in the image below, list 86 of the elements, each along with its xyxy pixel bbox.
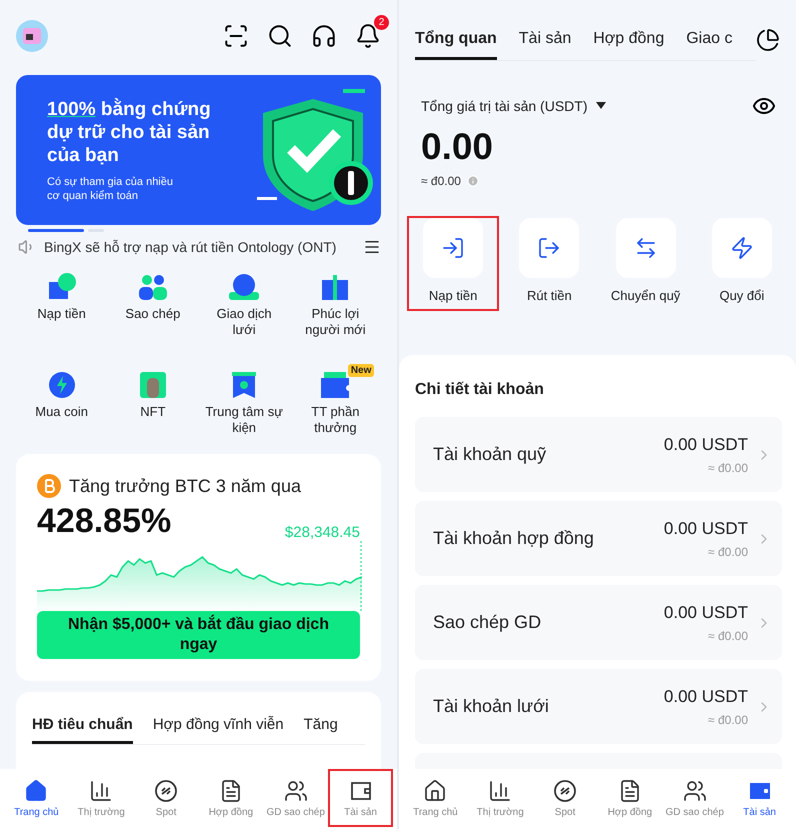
signup-button[interactable]: Nhận $5,000+ và bắt đầu giao dịch ngay	[37, 611, 360, 659]
shortcut-label[interactable]: NFT	[112, 404, 193, 420]
search-icon[interactable]	[267, 23, 293, 49]
contract-tab[interactable]: Tăng	[304, 716, 338, 744]
total-value-label[interactable]: Tổng giá trị tài sản (USDT)	[421, 98, 588, 114]
action-button[interactable]: Rút tiền	[503, 216, 596, 311]
shortcut-label[interactable]: Nạp tiền	[22, 306, 102, 322]
scan-icon[interactable]	[223, 23, 249, 49]
lightning-icon	[730, 236, 754, 260]
people-icon	[138, 272, 168, 302]
action-button[interactable]: Chuyển quỹ	[600, 216, 692, 311]
total-value: 0.00	[420, 125, 494, 168]
lightning-icon	[46, 370, 77, 400]
banner-title: 100% bằng chứng dự trữ cho tài sản của bạn	[47, 98, 212, 166]
nav-tab[interactable]: Trang chủ	[403, 769, 468, 827]
account-fiat-value: ≈ đ0.00	[708, 544, 748, 558]
account-balance: 0.00 USDT	[664, 686, 748, 706]
account-fiat-value: ≈ đ0.00	[708, 712, 748, 726]
account-row[interactable]: Tài khoản quỹ 0.00 USDT ≈ đ0.00	[415, 417, 782, 492]
headset-icon[interactable]	[311, 23, 337, 49]
promo-banner[interactable]: 100% bằng chứng dự trữ cho tài sản của bạn Có sự tham gia của nhiều cơ quan kiểm toán	[16, 75, 381, 225]
square-circle-icon	[46, 272, 77, 302]
new-badge: New	[348, 364, 374, 377]
pie-chart-icon[interactable]	[756, 28, 780, 52]
home-icon	[24, 778, 48, 802]
nav-tab[interactable]: Tài sản	[328, 769, 393, 827]
exchange-circle-icon	[154, 778, 178, 802]
people-icon	[682, 778, 707, 802]
btc-price: $28,348.45	[284, 524, 360, 541]
menu-icon[interactable]	[363, 238, 381, 256]
contract-tab[interactable]: Hợp đồng vĩnh viễn	[152, 716, 284, 744]
nav-tab[interactable]: Thị trường	[68, 769, 134, 827]
growth-percentage: 428.85%	[37, 502, 172, 541]
nav-tab[interactable]: GD sao chép	[263, 769, 328, 827]
action-button[interactable]: Quy đổi	[696, 216, 788, 311]
account-name: Tài khoản hợp đồng	[433, 528, 595, 549]
shortcut-label[interactable]: Trung tâm sự kiện	[204, 404, 284, 436]
announcement-text[interactable]: BingX sẽ hỗ trợ nạp và rút tiền Ontology (ONT)	[44, 239, 355, 255]
contract-tab[interactable]: HĐ tiêu chuẩn	[32, 716, 133, 744]
nav-tab[interactable]: Thị trường	[468, 769, 533, 827]
nav-tab[interactable]: Trang chủ	[4, 769, 69, 827]
bar-chart-icon	[488, 778, 512, 802]
account-name: Sao chép GD	[433, 612, 542, 633]
bar-chart-icon	[89, 778, 114, 802]
shortcut-label[interactable]: Sao chép	[112, 306, 193, 322]
notification-count: 2	[374, 15, 389, 30]
arrow-into-box-icon	[441, 236, 466, 260]
account-name: Tài khoản quỹ	[433, 444, 548, 465]
nav-tab[interactable]: GD sao chép	[662, 769, 728, 827]
account-fiat-value: ≈ đ0.00	[708, 460, 748, 474]
exchange-circle-icon	[553, 778, 578, 802]
account-balance: 0.00 USDT	[664, 518, 748, 538]
total-fiat-value: ≈ đ0.00	[421, 174, 461, 188]
gift-icon	[320, 272, 350, 302]
ticket-icon	[320, 370, 350, 400]
nav-tab[interactable]: Hợp đồng	[597, 769, 662, 827]
dropdown-caret-icon[interactable]	[596, 102, 606, 110]
section-title: Chi tiết tài khoản	[415, 381, 545, 399]
account-row[interactable]: Sao chép GD 0.00 USDT ≈ đ0.00	[415, 585, 782, 660]
assets-tab[interactable]: Tài sản	[518, 30, 572, 60]
avatar-icon[interactable]	[16, 20, 48, 52]
shortcut-label[interactable]: Phúc lợi người mới	[295, 306, 376, 338]
nav-tab[interactable]: Spot	[134, 769, 198, 827]
account-balance: 0.00 USDT	[664, 602, 748, 622]
nav-tab[interactable]: Spot	[532, 769, 598, 827]
shortcut-label[interactable]: TT phần thưởng	[295, 404, 376, 436]
account-fiat-value: ≈ đ0.00	[708, 628, 748, 642]
action-button[interactable]: Nạp tiền	[407, 216, 500, 311]
account-row[interactable]: Tài khoản hợp đồng 0.00 USDT ≈ đ0.00	[415, 501, 782, 576]
assets-tab[interactable]: Hợp đồng	[593, 30, 664, 60]
notification-bell-icon[interactable]	[355, 23, 381, 49]
people-icon	[284, 778, 308, 802]
assets-tab[interactable]: Giao c	[686, 30, 732, 60]
info-icon	[466, 175, 479, 187]
nav-tab[interactable]: Hợp đồng	[198, 769, 264, 827]
assets-tab[interactable]: Tổng quan	[415, 30, 497, 60]
account-row[interactable]: Tài khoản lưới 0.00 USDT ≈ đ0.00	[415, 669, 782, 744]
nav-tab[interactable]: Tài sản	[727, 769, 792, 827]
shortcut-label[interactable]: Giao dịch lưới	[204, 306, 284, 338]
card-title: Tăng trưởng BTC 3 năm qua	[69, 476, 301, 496]
account-balance: 0.00 USDT	[664, 434, 748, 454]
shortcut-label[interactable]: Mua coin	[22, 404, 102, 420]
account-name: Tài khoản lưới	[433, 696, 550, 717]
home-icon	[423, 778, 448, 802]
banner-subtitle: Có sự tham gia của nhiều cơ quan kiểm toán	[47, 174, 174, 202]
bitcoin-icon	[37, 474, 61, 498]
